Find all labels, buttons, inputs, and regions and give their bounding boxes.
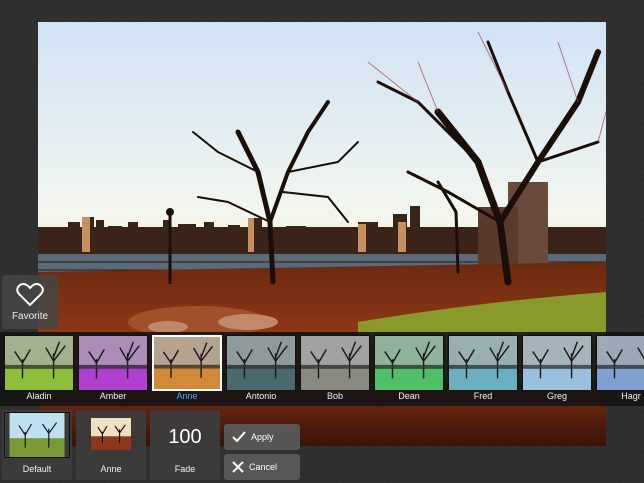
filter-label: Antonio — [245, 391, 277, 401]
current-filter-label: Anne — [100, 464, 122, 474]
apply-label: Apply — [251, 432, 274, 442]
current-filter-panel: Anne — [76, 410, 146, 480]
filter-thumbnail[interactable] — [448, 335, 518, 391]
favorite-button[interactable]: Favorite — [2, 275, 58, 329]
default-thumbnail — [4, 412, 70, 458]
fade-value: 100 — [168, 426, 202, 448]
filter-label: Anne — [176, 391, 198, 401]
filter-label: Aladin — [26, 391, 52, 401]
filter-label: Hagr — [621, 391, 641, 401]
filter-label: Fred — [473, 391, 493, 401]
filter-label: Greg — [546, 391, 567, 401]
current-filter-thumbnail — [91, 418, 131, 450]
filter-label: Dean — [398, 391, 420, 401]
filter-thumbnail[interactable] — [522, 335, 592, 391]
filter-thumbnail[interactable] — [226, 335, 296, 391]
fade-control[interactable]: 100 Fade — [150, 410, 220, 480]
cancel-button[interactable]: Cancel — [224, 454, 300, 480]
apply-button[interactable]: Apply — [224, 424, 300, 450]
filter-thumbnail[interactable] — [374, 335, 444, 391]
heart-icon — [16, 282, 44, 306]
filter-thumbnail[interactable] — [78, 335, 148, 391]
filter-thumbnail[interactable] — [596, 335, 644, 391]
filter-thumbnail[interactable] — [4, 335, 74, 391]
cancel-label: Cancel — [249, 462, 278, 472]
default-label: Default — [22, 464, 52, 474]
filter-thumbnail[interactable] — [152, 335, 222, 391]
filter-label: Amber — [99, 391, 127, 401]
filter-thumbnail[interactable] — [300, 335, 370, 391]
filter-label: Bob — [326, 391, 343, 401]
favorite-label: Favorite — [11, 310, 49, 322]
checkmark-icon — [232, 431, 246, 443]
default-filter-button[interactable]: Default — [2, 410, 72, 480]
close-icon — [232, 461, 244, 473]
fade-label: Fade — [174, 464, 196, 474]
filter-strip[interactable]: Aladin Amber Anne Antonio Bob Dean Fred Greg Hag… — [0, 332, 644, 406]
